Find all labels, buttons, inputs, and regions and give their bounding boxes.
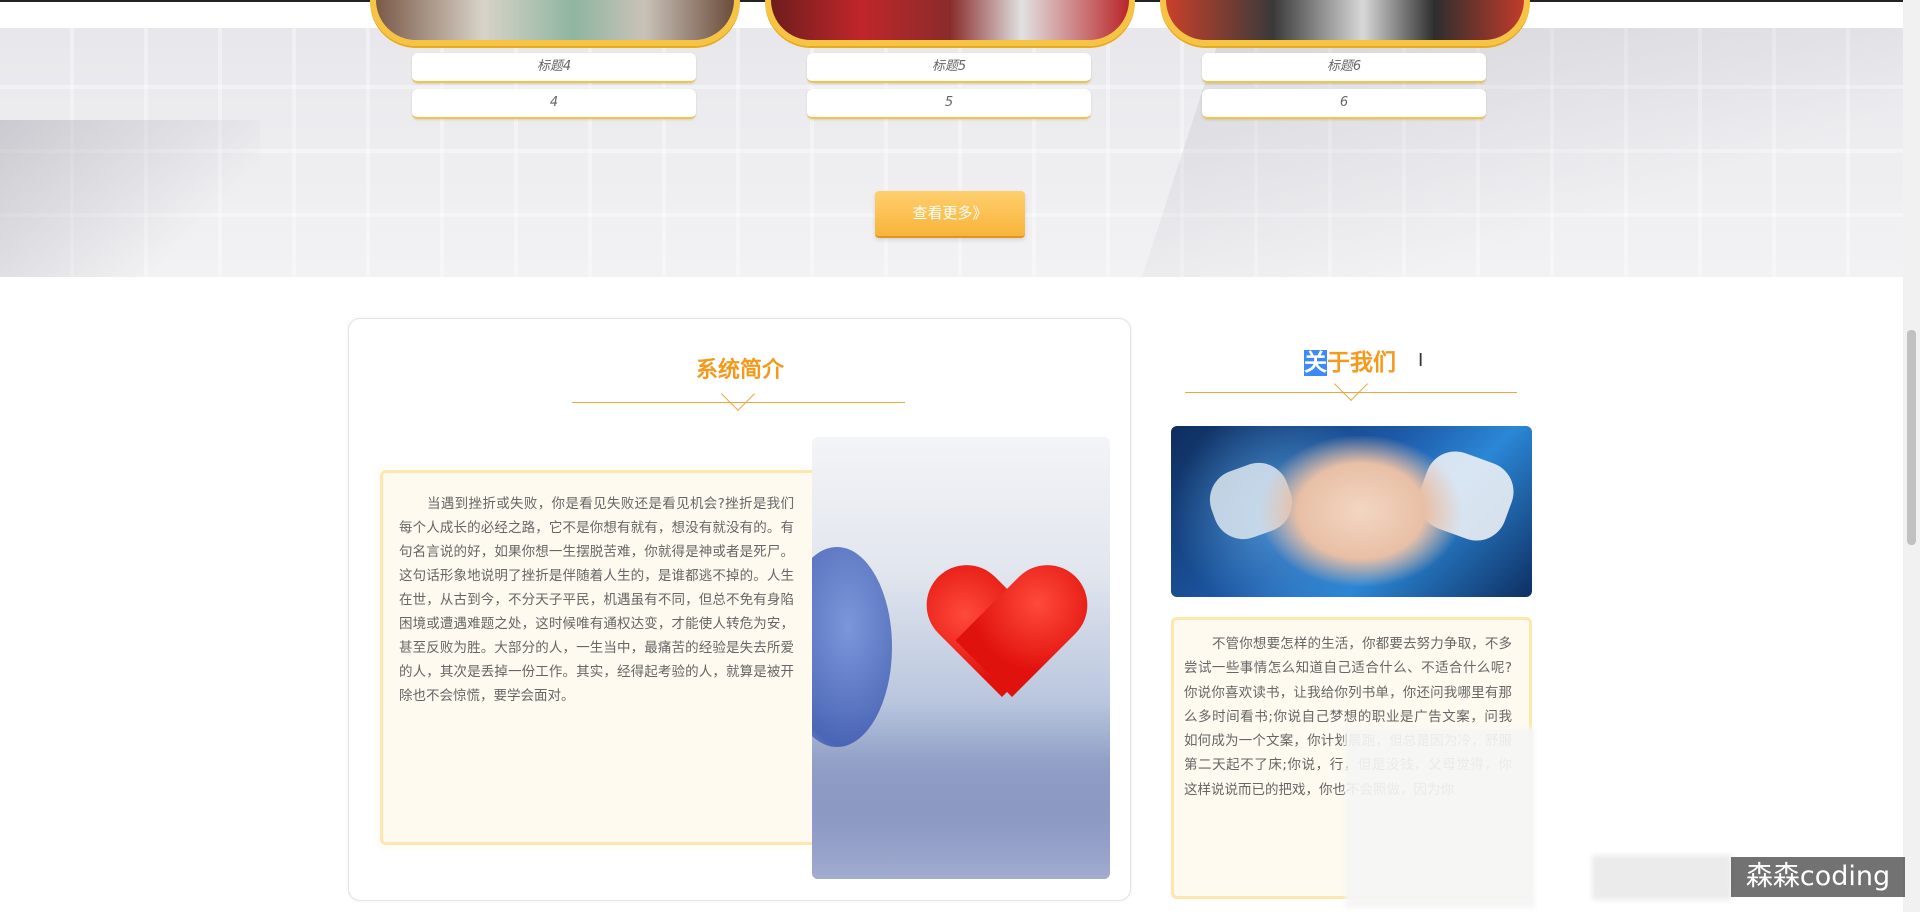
text-cursor-icon: I [1418, 350, 1424, 371]
intro-text: 当遇到挫折或失败，你是看见失败还是看见机会?挫折是我们每个人成长的必经之路，它不… [399, 496, 794, 704]
card-value: 6 [1202, 89, 1486, 119]
card-image[interactable] [370, 0, 740, 46]
featured-card[interactable]: 标题4 4 [370, 0, 740, 124]
card-value: 5 [807, 89, 1091, 119]
card-title: 标题6 [1202, 53, 1486, 83]
red-heart-shape [932, 567, 1072, 707]
watermark: 森森coding [1731, 857, 1905, 897]
intro-image [812, 437, 1110, 879]
blurred-overlay [1592, 855, 1732, 900]
about-title-selected: 关 [1304, 350, 1327, 376]
card-image[interactable] [1160, 0, 1530, 46]
snow-overlay [812, 759, 1110, 879]
view-more-button[interactable]: 查看更多》 [875, 191, 1025, 238]
featured-card[interactable]: 标题6 6 [1160, 0, 1530, 124]
card-title: 标题5 [807, 53, 1091, 83]
card-image[interactable] [765, 0, 1135, 46]
vertical-scrollbar[interactable] [1903, 0, 1920, 912]
about-title-rest: 于我们 [1327, 350, 1396, 376]
about-image [1171, 426, 1532, 597]
hands-shape [1261, 436, 1461, 586]
card-value: 4 [412, 89, 696, 119]
scrollbar-thumb[interactable] [1907, 330, 1916, 545]
featured-card[interactable]: 标题5 5 [765, 0, 1135, 124]
blue-heart-shape [812, 547, 892, 747]
blurred-overlay [1345, 728, 1535, 908]
card-title: 标题4 [412, 53, 696, 83]
